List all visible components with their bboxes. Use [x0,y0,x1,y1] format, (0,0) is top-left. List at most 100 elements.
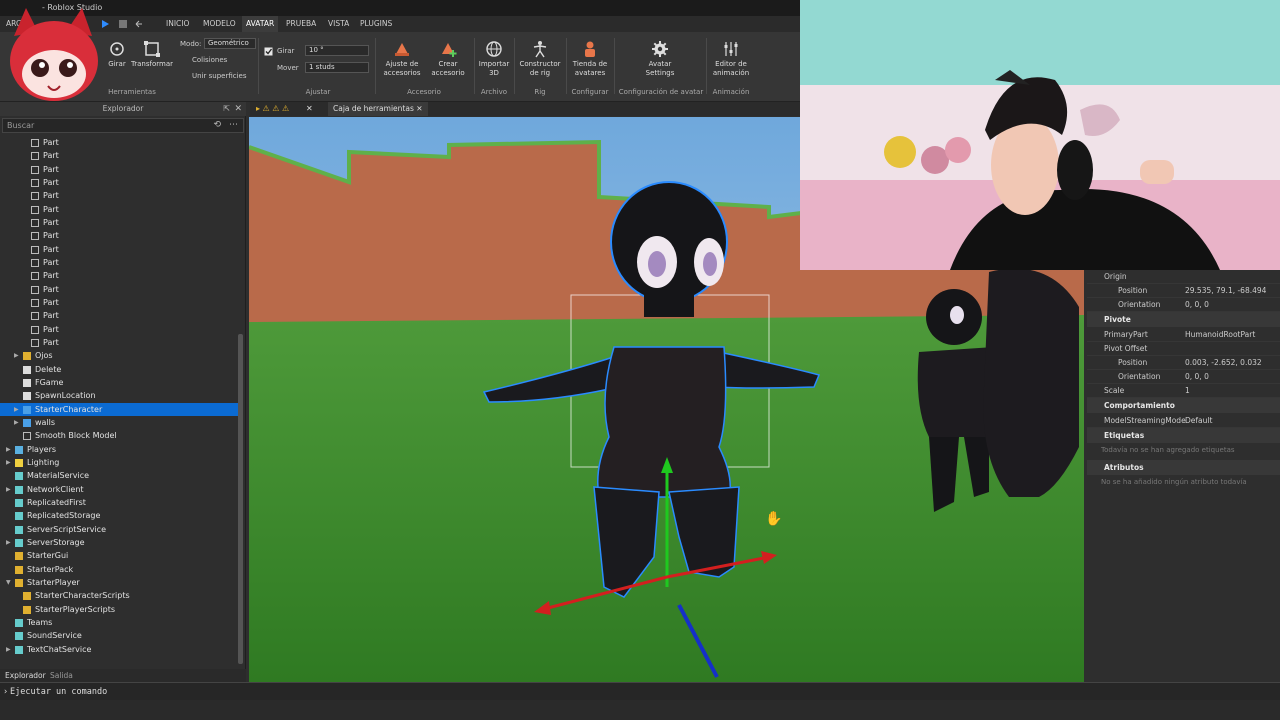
property-value[interactable]: 1 [1185,384,1190,398]
transformar-button[interactable]: Transformar [130,40,174,69]
tree-item[interactable]: ▶ NetworkClient [0,483,238,496]
property-value[interactable]: 0, 0, 0 [1185,298,1209,312]
stop-icon[interactable] [118,19,128,29]
property-section-header[interactable]: Etiquetas [1087,428,1280,443]
tree-item[interactable]: ▼ StarterPlayer [0,576,238,589]
modo-dropdown[interactable]: Geométrico [204,38,256,49]
tree-item[interactable]: ReplicatedFirst [0,496,238,509]
undo-icon[interactable] [134,19,144,29]
property-row[interactable]: Orientation 0, 0, 0 [1087,298,1280,312]
tree-item[interactable]: Smooth Block Model [0,429,238,442]
property-value[interactable]: 0, 0, 0 [1185,370,1209,384]
tree-item[interactable]: ▶ Lighting [0,456,238,469]
property-row[interactable]: Position 29.535, 79.1, -68.494 [1087,284,1280,298]
tree-item[interactable]: Part [0,309,238,322]
tab-salida[interactable]: Salida [50,669,73,683]
expand-arrow-icon[interactable]: ▼ [6,576,11,589]
tab-prueba[interactable]: PRUEBA [286,16,316,32]
tree-item[interactable]: Delete [0,363,238,376]
expand-arrow-icon[interactable]: ▶ [6,483,11,496]
property-row[interactable]: ModelStreamingMode Default [1087,414,1280,428]
property-section-header[interactable]: Pivote [1087,312,1280,327]
tree-item[interactable]: ▶ Players [0,443,238,456]
tree-item[interactable]: FGame [0,376,238,389]
tree-item[interactable]: StarterPlayerScripts [0,603,238,616]
tab-inicio[interactable]: INICIO [166,16,189,32]
property-row[interactable]: Orientation 0, 0, 0 [1087,370,1280,384]
tree-item[interactable]: Part [0,269,238,282]
tree-item[interactable]: Part [0,149,238,162]
more-options-icon[interactable]: ⋯ [229,119,238,132]
tree-item[interactable]: Teams [0,616,238,629]
tienda-avatares-button[interactable]: Tienda de avatares [568,40,612,78]
expand-arrow-icon[interactable]: ▶ [6,443,11,456]
property-row[interactable]: Scale 1 [1087,384,1280,398]
editor-animacion-button[interactable]: Editor de animación [710,40,752,78]
unir-superficies-toggle[interactable]: Unir superficies [192,72,246,80]
tree-item[interactable]: ServerScriptService [0,523,238,536]
expand-arrow-icon[interactable]: ▶ [6,456,11,469]
tab-plugins[interactable]: PLUGINS [360,16,392,32]
explorer-search-input[interactable]: Buscar ⟲ ⋯ [2,118,244,133]
expand-arrow-icon[interactable]: ▶ [6,536,11,549]
close-icon[interactable]: ✕ [234,102,242,116]
tree-item[interactable]: ▶ Ojos [0,349,238,362]
colisiones-toggle[interactable]: Colisiones [192,56,227,64]
property-value[interactable]: 29.535, 79.1, -68.494 [1185,284,1266,298]
tree-item[interactable]: Part [0,203,238,216]
tree-item[interactable]: Part [0,296,238,309]
girar-checkbox[interactable] [264,47,273,56]
tree-item[interactable]: Part [0,336,238,349]
tree-item[interactable]: ▶ ServerStorage [0,536,238,549]
tab-caja-herramientas[interactable]: Caja de herramientas ✕ [328,102,428,116]
ajuste-accesorios-button[interactable]: Ajuste de accesorios [380,40,424,78]
tree-item[interactable]: Part [0,229,238,242]
tab-explorador[interactable]: Explorador [5,669,46,683]
tree-item[interactable]: Part [0,243,238,256]
tree-item[interactable]: ▶ StarterCharacter [0,402,238,416]
tree-item[interactable]: StarterPack [0,563,238,576]
tab-vista[interactable]: VISTA [328,16,349,32]
property-section-header[interactable]: Atributos [1087,460,1280,475]
tree-item[interactable]: MaterialService [0,469,238,482]
girar-button[interactable]: Girar [104,40,130,69]
crear-accesorio-button[interactable]: Crear accesorio [428,40,468,78]
importar-3d-button[interactable]: Importar 3D [477,40,511,78]
tree-item[interactable]: Part [0,216,238,229]
tree-item[interactable]: StarterGui [0,549,238,562]
expand-arrow-icon[interactable]: ▶ [14,403,19,416]
tab-modelo[interactable]: MODELO [203,16,236,32]
tree-item[interactable]: Part [0,136,238,149]
tree-item[interactable]: Part [0,189,238,202]
tree-item[interactable]: Part [0,163,238,176]
undock-icon[interactable]: ⇱ [223,102,230,116]
property-row[interactable]: PrimaryPart HumanoidRootPart [1087,328,1280,342]
expand-arrow-icon[interactable]: ▶ [14,349,19,362]
tree-item[interactable]: Part [0,256,238,269]
tree-item[interactable]: SoundService [0,629,238,642]
property-row[interactable]: Pivot Offset [1087,342,1280,356]
property-row[interactable]: Origin [1087,270,1280,284]
tree-item[interactable]: ▶ TextChatService [0,643,238,656]
tree-item[interactable]: StarterCharacterScripts [0,589,238,602]
expand-arrow-icon[interactable]: ▶ [14,416,19,429]
close-tab-icon[interactable]: ✕ [306,102,313,116]
tab-avatar[interactable]: AVATAR [242,16,279,32]
tree-item[interactable]: Part [0,176,238,189]
command-bar[interactable]: › Ejecutar un comando [0,682,1280,700]
explorer-scrollbar[interactable] [238,334,243,664]
tree-item[interactable]: ▶ walls [0,416,238,429]
property-value[interactable]: 0.003, -2.652, 0.032 [1185,356,1262,370]
tree-item[interactable]: Part [0,323,238,336]
girar-snap-input[interactable]: 10 ° [305,45,369,56]
avatar-settings-button[interactable]: Avatar Settings [636,40,684,78]
property-row[interactable]: Position 0.003, -2.652, 0.032 [1087,356,1280,370]
constructor-rig-button[interactable]: Constructor de rig [516,40,564,78]
property-section-header[interactable]: Comportamiento [1087,398,1280,413]
mover-snap-input[interactable]: 1 studs [305,62,369,73]
tree-item[interactable]: ReplicatedStorage [0,509,238,522]
property-value[interactable]: Default [1185,414,1212,428]
tree-item[interactable]: Part [0,283,238,296]
tree-item[interactable]: SpawnLocation [0,389,238,402]
history-icon[interactable]: ⟲ [213,119,221,132]
